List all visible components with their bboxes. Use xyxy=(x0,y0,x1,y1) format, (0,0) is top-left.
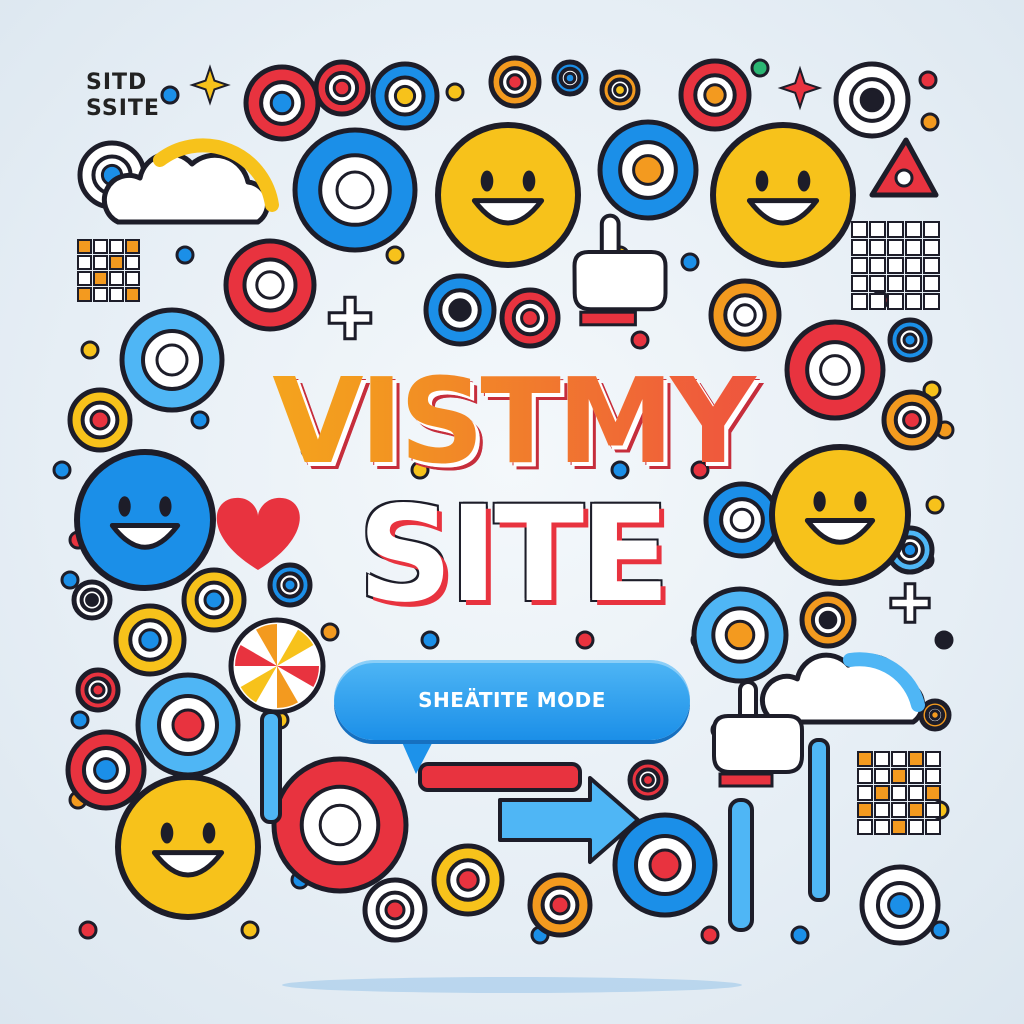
ring-icon xyxy=(135,672,241,778)
sparkle-icon xyxy=(777,65,823,111)
ring-icon xyxy=(597,119,699,221)
headline-line2: SITE xyxy=(357,478,670,632)
corner-label-line1: SITD xyxy=(86,70,148,95)
ring-icon xyxy=(223,238,317,332)
beach-ball-icon xyxy=(228,617,326,715)
ring-icon xyxy=(271,756,409,894)
grid-icon xyxy=(857,751,941,835)
dot-28 xyxy=(420,630,440,650)
ring-icon xyxy=(918,698,952,732)
ring-icon xyxy=(75,667,121,713)
sparkle-icon xyxy=(189,64,231,106)
ring-icon xyxy=(292,127,418,253)
corner-label: SITD SSITE xyxy=(86,70,160,122)
dot-2 xyxy=(750,58,770,78)
ring-icon xyxy=(833,61,911,139)
dot-4 xyxy=(920,112,940,132)
smiley-face-icon xyxy=(435,122,581,268)
dot-40 xyxy=(175,245,195,265)
cta-button[interactable]: SHEÄTITE MODE xyxy=(334,660,690,740)
triangle-icon xyxy=(869,137,939,198)
ring-icon xyxy=(65,729,147,811)
dot-3 xyxy=(918,70,938,90)
ground-shadow xyxy=(282,977,742,993)
dot-32 xyxy=(700,925,720,945)
ring-icon xyxy=(678,58,752,132)
dot-0 xyxy=(160,85,180,105)
grid-icon xyxy=(77,239,140,302)
grid-icon xyxy=(851,221,940,310)
dot-33 xyxy=(790,925,810,945)
dot-18 xyxy=(78,920,98,940)
dot-39 xyxy=(385,245,405,265)
ring-icon xyxy=(612,812,718,918)
ring-icon xyxy=(370,61,440,131)
dot-15 xyxy=(70,710,90,730)
dot-34 xyxy=(240,920,260,940)
pointing-hand-icon xyxy=(572,213,668,327)
ring-icon xyxy=(362,877,428,943)
ring-icon xyxy=(599,69,641,111)
dot-27 xyxy=(575,630,595,650)
ring-icon xyxy=(431,843,505,917)
dot-1 xyxy=(445,82,465,102)
plus-icon xyxy=(327,295,373,341)
ring-icon xyxy=(488,55,542,109)
ring-icon xyxy=(313,59,371,117)
corner-label-line2: SSITE xyxy=(86,96,160,121)
ring-icon xyxy=(423,273,497,347)
ring-icon xyxy=(627,759,669,801)
smiley-face-icon xyxy=(115,774,261,920)
headline-line1: VISTMY xyxy=(0,352,1024,490)
ring-icon xyxy=(551,59,589,97)
dot-38 xyxy=(630,330,650,350)
ring-icon xyxy=(527,872,593,938)
dot-37 xyxy=(680,252,700,272)
dot-14 xyxy=(934,630,954,650)
ring-icon xyxy=(499,287,561,349)
cta-button-label: SHEÄTITE MODE xyxy=(418,688,606,712)
ring-icon xyxy=(243,64,321,142)
ring-icon xyxy=(859,864,941,946)
smiley-face-icon xyxy=(710,122,856,268)
ring-icon xyxy=(708,278,782,352)
